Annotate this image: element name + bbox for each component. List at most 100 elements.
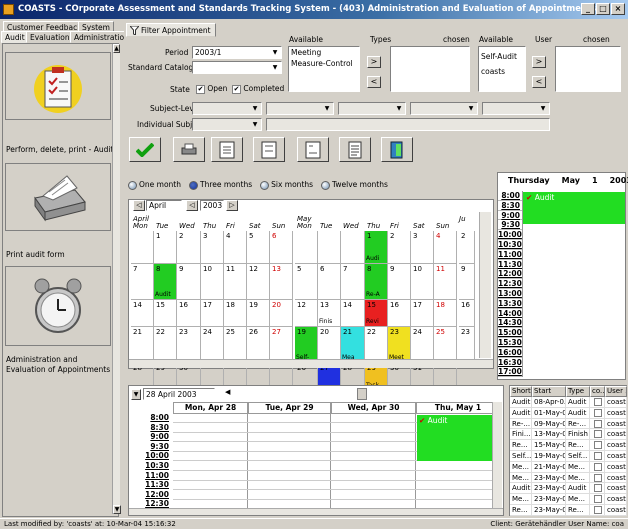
- table-cell[interactable]: Re...: [510, 440, 532, 451]
- table-header[interactable]: co...: [590, 386, 605, 397]
- event-label[interactable]: Audit: [155, 291, 171, 298]
- calendar-day[interactable]: [341, 231, 365, 264]
- calendar-day[interactable]: 7: [341, 264, 365, 300]
- table-cell[interactable]: Re-...: [566, 418, 590, 430]
- print-button[interactable]: [173, 137, 205, 162]
- calendar-day[interactable]: 4: [224, 231, 247, 264]
- table-cell[interactable]: Audit: [510, 407, 532, 419]
- checkbox-icon[interactable]: [594, 495, 602, 504]
- calendar-day[interactable]: 14: [341, 300, 365, 327]
- checkbox-checked-icon[interactable]: ✔: [232, 84, 241, 94]
- table-cell[interactable]: 13-May-0...: [532, 429, 566, 441]
- calendar-day[interactable]: 13: [270, 264, 293, 300]
- calendar-day[interactable]: 18: [224, 300, 247, 327]
- week-vscrollbar[interactable]: [492, 402, 502, 510]
- event-label[interactable]: Revi: [366, 318, 379, 325]
- table-cell[interactable]: Finish: [566, 429, 590, 441]
- report-grid-button[interactable]: [211, 137, 243, 162]
- calendar-day[interactable]: 18: [434, 300, 457, 327]
- calendar-day[interactable]: 20: [270, 300, 293, 327]
- table-cell[interactable]: [590, 483, 605, 495]
- calendar-day[interactable]: 17: [411, 300, 434, 327]
- checkbox-icon[interactable]: [594, 462, 602, 471]
- period-select[interactable]: 2003/1 ▼: [192, 46, 282, 59]
- calendar-day[interactable]: 4: [434, 231, 457, 264]
- table-cell[interactable]: coasts: [605, 483, 627, 495]
- week-hscrollbar[interactable]: [129, 508, 503, 515]
- notes-button[interactable]: [339, 137, 371, 162]
- calendar-day[interactable]: 23: [459, 327, 475, 363]
- calendar-day[interactable]: 3: [201, 231, 224, 264]
- checkbox-checked-icon[interactable]: ✔: [196, 84, 205, 94]
- view-six-months[interactable]: Six months: [260, 180, 313, 190]
- nav-label-audit[interactable]: Perform, delete, print - Audit: [6, 145, 114, 155]
- calendar-day[interactable]: 14: [131, 300, 154, 327]
- table-header[interactable]: Start: [532, 386, 566, 397]
- table-cell[interactable]: Audit: [510, 397, 532, 408]
- types-add-button[interactable]: >: [367, 56, 381, 68]
- subject-select-2[interactable]: ▼: [266, 102, 334, 115]
- table-cell[interactable]: Me...: [566, 494, 590, 505]
- calendar-day[interactable]: 24: [201, 327, 224, 363]
- calendar-day[interactable]: 9: [459, 264, 475, 300]
- exit-button[interactable]: [381, 137, 413, 162]
- table-cell[interactable]: coasts: [605, 461, 627, 473]
- calendar-day[interactable]: 13 Finis: [318, 300, 341, 327]
- table-cell[interactable]: Re-...: [510, 418, 532, 430]
- event-label[interactable]: Finis: [319, 318, 332, 325]
- table-cell[interactable]: Me...: [566, 472, 590, 484]
- table-cell[interactable]: Re...: [510, 505, 532, 516]
- tab-audit[interactable]: Audit: [1, 31, 29, 43]
- calendar-day[interactable]: 9: [177, 264, 201, 300]
- nav-label-print[interactable]: Print audit form: [6, 250, 114, 260]
- user-add-button[interactable]: >: [532, 56, 546, 68]
- calendar-day[interactable]: 16: [388, 300, 411, 327]
- radio-icon[interactable]: [321, 180, 331, 190]
- calendar-day[interactable]: 6: [318, 264, 341, 300]
- week-event-audit[interactable]: ✔ Audit: [417, 415, 499, 461]
- list-item[interactable]: Self-Audit: [481, 51, 525, 62]
- calendar-day[interactable]: 19: [247, 300, 270, 327]
- prev-year-icon[interactable]: ◁: [186, 200, 198, 211]
- table-cell[interactable]: Me...: [510, 494, 532, 505]
- checkbox-icon[interactable]: [594, 484, 602, 493]
- table-cell[interactable]: [590, 397, 605, 408]
- prev-week-icon[interactable]: ◀: [225, 388, 230, 396]
- table-cell[interactable]: [590, 418, 605, 430]
- week-dropdown-icon[interactable]: ▼: [131, 389, 141, 400]
- checkbox-icon[interactable]: [594, 441, 602, 450]
- table-cell[interactable]: 23-May-0...: [532, 494, 566, 505]
- table-cell[interactable]: coasts: [605, 418, 627, 430]
- nav-label-appointments[interactable]: Administration and Evaluation of Appoint…: [6, 355, 114, 375]
- next-year-icon[interactable]: ▷: [226, 200, 238, 211]
- user-chosen-list[interactable]: [555, 46, 621, 92]
- calendar-day[interactable]: 24: [411, 327, 434, 363]
- list-item[interactable]: Meeting: [291, 47, 359, 58]
- calendar-day[interactable]: 20: [318, 327, 341, 363]
- event-label[interactable]: Re-A: [366, 291, 380, 298]
- table-cell[interactable]: Self...: [566, 451, 590, 462]
- calendar-day[interactable]: 1 Audi: [365, 231, 388, 264]
- calendar-day[interactable]: [318, 231, 341, 264]
- table-cell[interactable]: 23-May-0...: [532, 483, 566, 495]
- calendar-day[interactable]: 16: [459, 300, 475, 327]
- nav-audit-box[interactable]: [5, 52, 111, 120]
- year-field[interactable]: 2003: [200, 200, 224, 211]
- open-checkbox[interactable]: ✔ Open: [196, 84, 227, 94]
- table-cell[interactable]: 15-May-0...: [532, 440, 566, 451]
- calendar-day[interactable]: 11: [224, 264, 247, 300]
- table-cell[interactable]: Self...: [510, 451, 532, 462]
- table-cell[interactable]: Audit: [566, 407, 590, 419]
- subject-select-5[interactable]: ▼: [482, 102, 550, 115]
- user-remove-button[interactable]: <: [532, 76, 546, 88]
- nav-scrollbar[interactable]: ▲ ▼: [112, 44, 121, 514]
- calendar-day[interactable]: 15 Revi: [365, 300, 388, 327]
- calendar-day[interactable]: 22: [365, 327, 388, 363]
- calendar-day[interactable]: 1: [154, 231, 177, 264]
- calendar-day[interactable]: [131, 231, 154, 264]
- confirm-button[interactable]: [129, 137, 161, 162]
- types-available-list[interactable]: Meeting Measure-Control: [288, 46, 360, 92]
- table-header[interactable]: Type: [566, 386, 590, 397]
- calendar-day[interactable]: 12: [295, 300, 318, 327]
- calendar-day[interactable]: 7: [131, 264, 154, 300]
